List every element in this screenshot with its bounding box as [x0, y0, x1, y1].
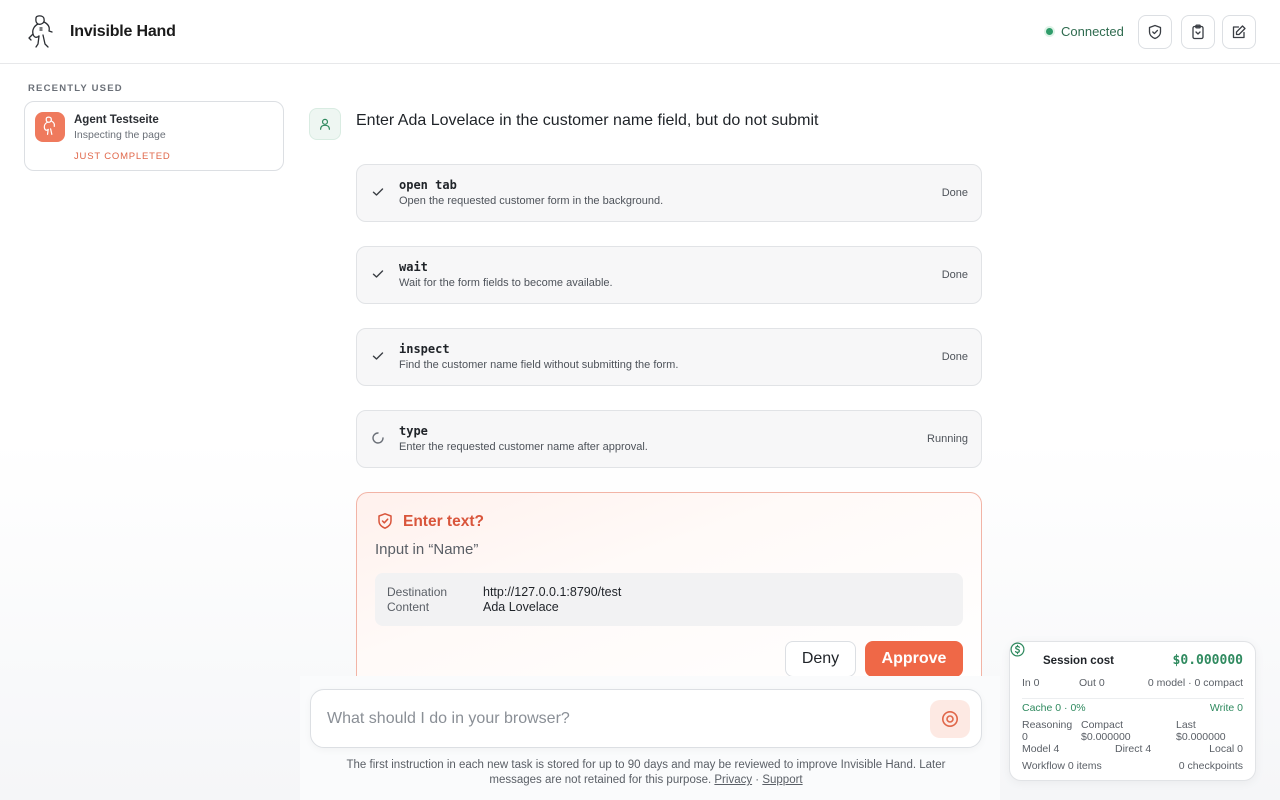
user-prompt: Enter Ada Lovelace in the customer name …: [356, 112, 819, 129]
step-status: Running: [927, 433, 968, 445]
recent-task-title: Agent Testseite: [74, 114, 159, 126]
agent-avatar: [35, 112, 65, 142]
link-separator: ·: [755, 774, 760, 786]
record-button[interactable]: [930, 700, 970, 738]
status-label: Connected: [1061, 24, 1124, 39]
tokens-out: Out 0: [1079, 677, 1105, 689]
step-open-tab: open tab Open the requested customer for…: [356, 164, 982, 222]
last-label: Last: [1176, 719, 1196, 731]
approve-button[interactable]: Approve: [865, 641, 963, 677]
direct-count: Direct 4: [1115, 743, 1152, 755]
recently-used-heading: RECENTLY USED: [28, 83, 123, 94]
compact-label: Compact: [1081, 719, 1124, 731]
reasoning-label: Reasoning: [1022, 719, 1073, 731]
shield-button[interactable]: [1138, 15, 1172, 49]
disclaimer-text: The first instruction in each new task i…: [346, 759, 946, 786]
brand[interactable]: Invisible Hand: [26, 14, 176, 50]
user-avatar: [309, 108, 341, 140]
content-label: Content: [387, 600, 430, 614]
cache-stat: Cache 0 · 0%: [1022, 702, 1086, 714]
approval-title: Enter text?: [403, 513, 484, 530]
model-compact-count: 0 model · 0 compact: [1147, 677, 1243, 689]
check-icon: [372, 188, 384, 196]
approval-card: Enter text? Input in “Name” Destination …: [356, 492, 982, 692]
divider: [1022, 698, 1244, 699]
astronaut-logo-icon: [28, 15, 53, 48]
recent-task-card[interactable]: Agent Testseite Inspecting the page JUST…: [24, 101, 284, 171]
step-type: type Enter the requested customer name a…: [356, 410, 982, 468]
recent-task-state: JUST COMPLETED: [74, 151, 171, 162]
shield-check-icon: [1148, 24, 1162, 40]
check-icon: [372, 270, 384, 278]
step-description: Open the requested customer form in the …: [399, 195, 664, 207]
step-description: Enter the requested customer name after …: [399, 441, 648, 453]
shield-check-icon: [378, 513, 392, 529]
step-name: wait: [399, 260, 428, 274]
task-input[interactable]: [327, 702, 917, 736]
reasoning-value: 0: [1022, 731, 1028, 743]
workflow-items: Workflow 0 items: [1022, 760, 1102, 772]
privacy-link[interactable]: Privacy: [714, 774, 752, 786]
model-count: Model 4: [1022, 743, 1060, 755]
session-cost-title: Session cost: [1043, 655, 1114, 667]
deny-button[interactable]: Deny: [785, 641, 856, 677]
user-icon: [320, 118, 330, 130]
app-header: Invisible Hand Connected: [0, 0, 1280, 64]
dollar-icon: [1010, 642, 1025, 657]
clipboard-button[interactable]: [1181, 15, 1215, 49]
session-cost-total: $0.000000: [1172, 653, 1243, 668]
checkpoints: 0 checkpoints: [1178, 760, 1243, 772]
recent-task-subtitle: Inspecting the page: [74, 129, 166, 141]
local-count: Local 0: [1209, 743, 1243, 755]
step-name: open tab: [399, 178, 457, 192]
compact-value: $0.000000: [1081, 731, 1131, 743]
last-value: $0.000000: [1176, 731, 1226, 743]
write-stat: Write 0: [1209, 702, 1243, 714]
astronaut-icon: [43, 116, 56, 135]
step-status: Done: [941, 187, 968, 199]
content-value: Ada Lovelace: [483, 600, 559, 614]
approval-subtitle: Input in “Name”: [375, 541, 479, 558]
spinner-icon: [372, 432, 384, 444]
tokens-in: In 0: [1022, 677, 1040, 689]
connection-status: Connected: [1046, 24, 1124, 39]
approval-details: Destination http://127.0.0.1:8790/test C…: [375, 573, 963, 626]
step-status: Done: [941, 351, 968, 363]
step-status: Done: [941, 269, 968, 281]
new-task-button[interactable]: [1222, 15, 1256, 49]
session-cost-panel: Session cost $0.000000 In 0 Out 0 0 mode…: [1009, 641, 1256, 781]
destination-value: http://127.0.0.1:8790/test: [483, 585, 622, 599]
step-description: Find the customer name field without sub…: [399, 359, 679, 371]
record-icon: [942, 711, 958, 727]
check-icon: [372, 352, 384, 360]
status-dot-icon: [1046, 28, 1053, 35]
step-inspect: inspect Find the customer name field wit…: [356, 328, 982, 386]
step-name: inspect: [399, 342, 450, 356]
step-wait: wait Wait for the form fields to become …: [356, 246, 982, 304]
composer: [310, 689, 982, 748]
edit-icon: [1232, 25, 1246, 39]
step-name: type: [399, 424, 428, 438]
step-description: Wait for the form fields to become avail…: [399, 277, 613, 289]
disclaimer: The first instruction in each new task i…: [330, 758, 962, 788]
app-name: Invisible Hand: [70, 23, 176, 40]
clipboard-icon: [1192, 24, 1204, 40]
destination-label: Destination: [387, 585, 448, 599]
support-link[interactable]: Support: [762, 774, 802, 786]
